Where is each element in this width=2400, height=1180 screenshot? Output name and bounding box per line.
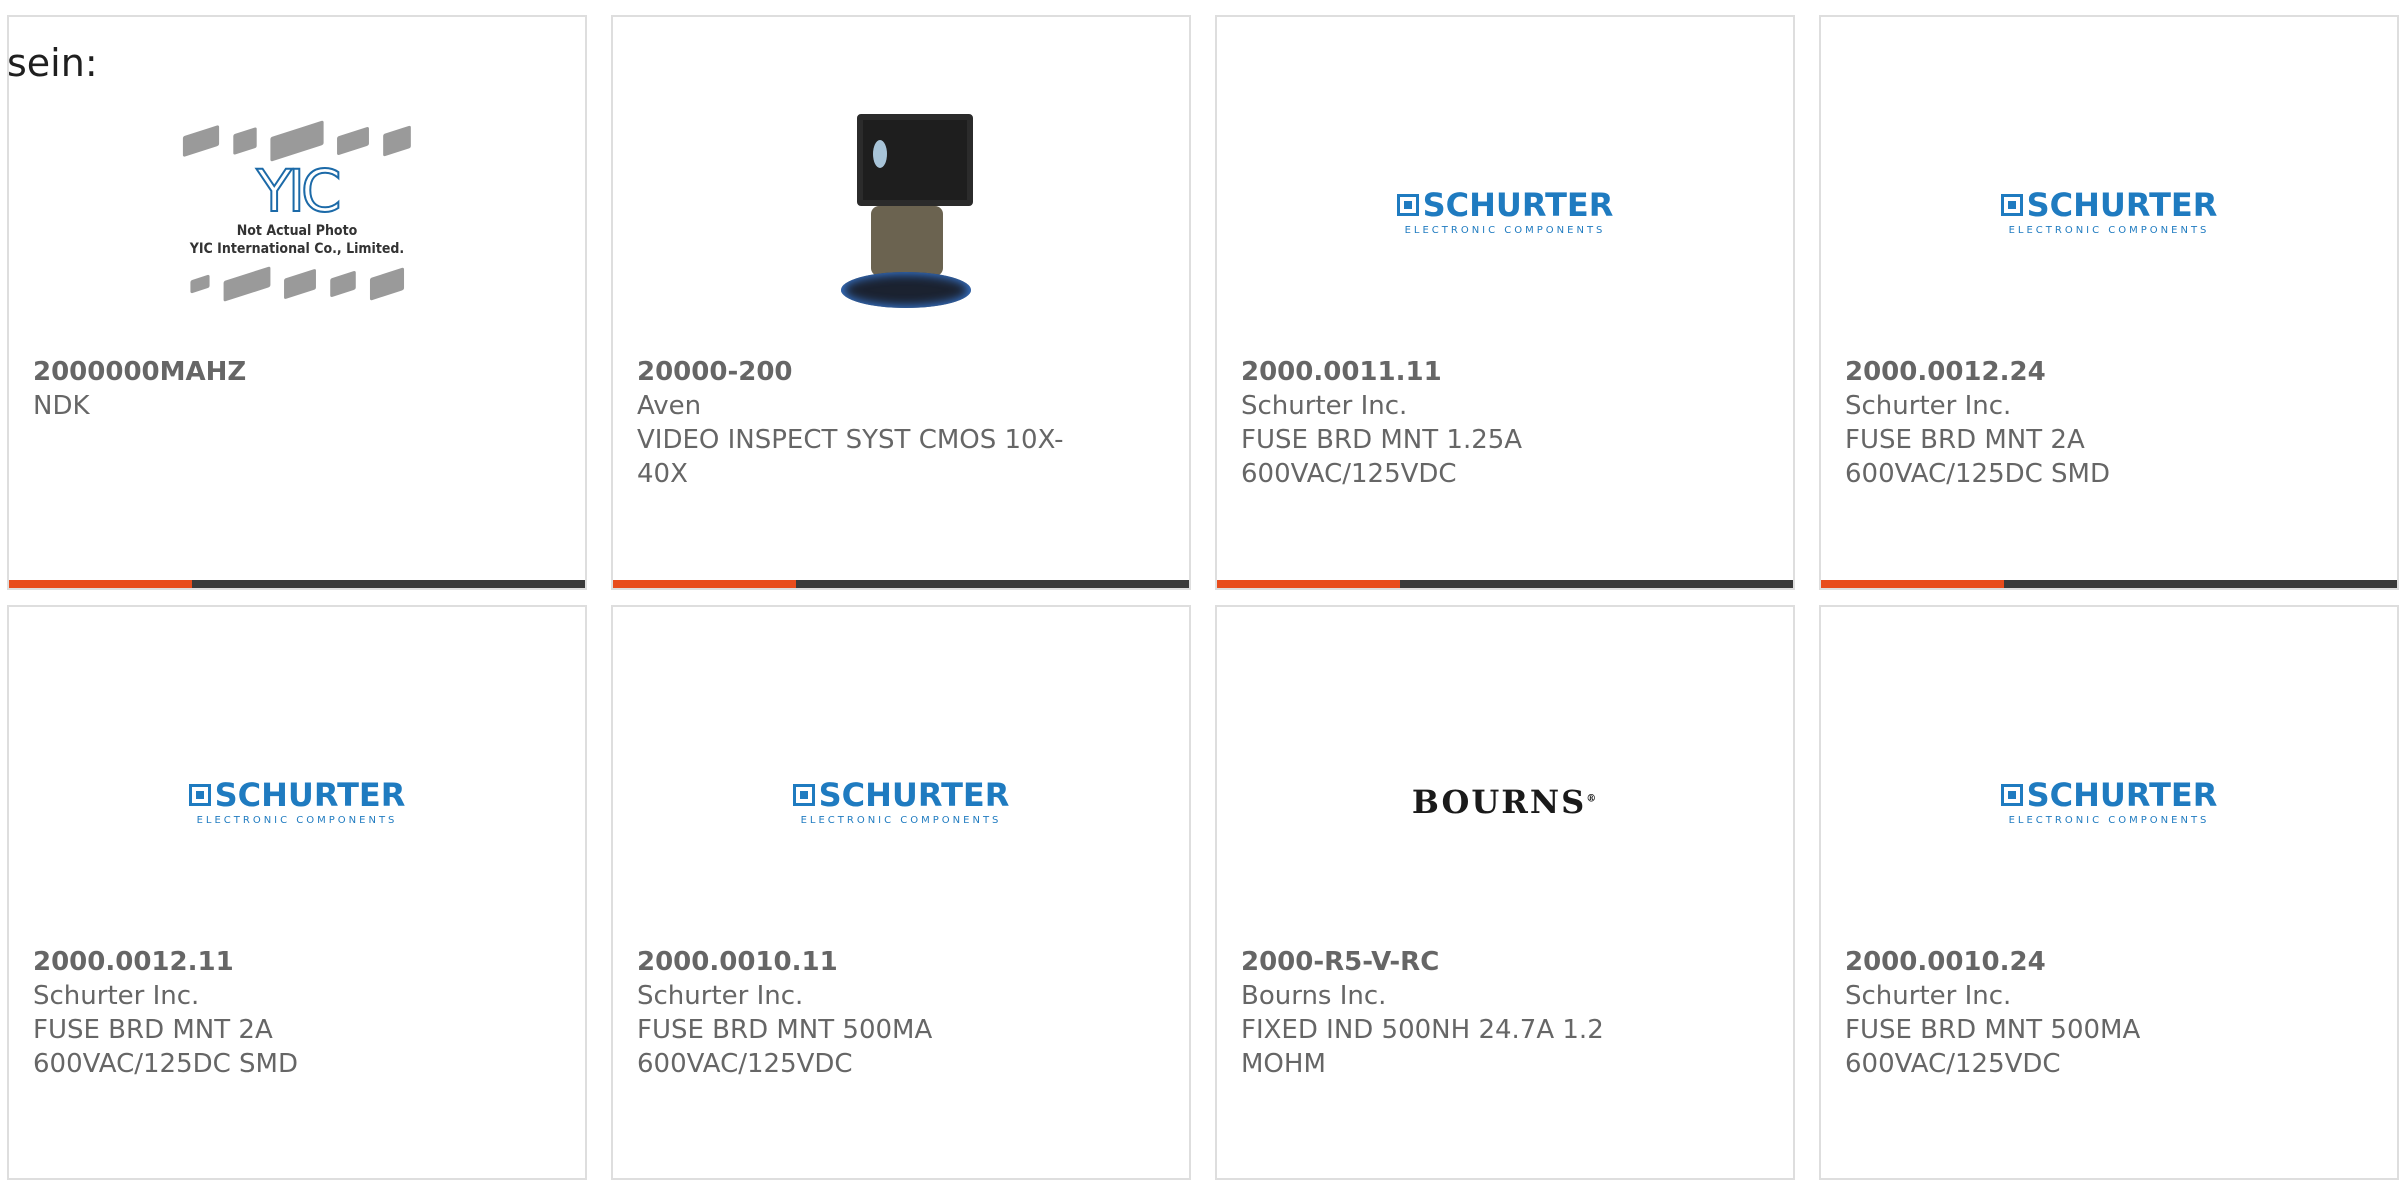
description: FUSE BRD MNT 500MA 600VAC/125VDC [637,1015,933,1079]
product-card[interactable]: SCHURTER ELECTRONIC COMPONENTS 2000.0012… [7,605,587,1180]
product-info: 2000.0012.24 Schurter Inc. FUSE BRD MNT … [1845,355,2287,491]
manufacturer: NDK [33,391,90,421]
product-image[interactable]: SCHURTER ELECTRONIC COMPONENTS [1217,77,1793,347]
schurter-logo: SCHURTER ELECTRONIC COMPONENTS [188,775,406,826]
product-info: 2000.0012.11 Schurter Inc. FUSE BRD MNT … [33,945,475,1081]
description: VIDEO INSPECT SYST CMOS 10X-40X [637,425,1064,489]
schurter-logo-name: SCHURTER [818,775,1010,814]
product-card[interactable]: SCHURTER ELECTRONIC COMPONENTS 2000.0010… [1819,605,2399,1180]
manufacturer: Schurter Inc. [1845,391,2012,421]
schurter-logo: SCHURTER ELECTRONIC COMPONENTS [2000,185,2218,236]
product-image[interactable]: SCHURTER ELECTRONIC COMPONENTS [613,667,1189,937]
card-bottom-bar [9,580,585,588]
product-card[interactable]: BOURNS® 2000-R5-V-RC Bourns Inc. FIXED I… [1215,605,1795,1180]
part-number[interactable]: 2000.0011.11 [1241,355,1683,389]
bourns-logo: BOURNS® [1411,783,1599,821]
bourns-logo-name: BOURNS [1411,783,1587,821]
product-info: 2000000MAHZ NDK [33,355,475,423]
manufacturer: Bourns Inc. [1241,981,1387,1011]
description: FUSE BRD MNT 2A 600VAC/125DC SMD [33,1015,299,1079]
schurter-logo-name: SCHURTER [1422,185,1614,224]
card-accent-bar [1821,580,2004,588]
card-bottom-bar [613,580,1189,588]
manufacturer: Schurter Inc. [637,981,804,1011]
manufacturer: Schurter Inc. [1241,391,1408,421]
schurter-logo-tagline: ELECTRONIC COMPONENTS [1404,224,1606,236]
product-card[interactable]: SCHURTER ELECTRONIC COMPONENTS 2000.0010… [611,605,1191,1180]
product-image[interactable]: SCHURTER ELECTRONIC COMPONENTS [1821,77,2397,347]
product-grid: YIC Not Actual Photo YIC International C… [7,15,2400,1180]
product-image[interactable]: SCHURTER ELECTRONIC COMPONENTS [1821,667,2397,937]
part-number[interactable]: 2000-R5-V-RC [1241,945,1683,979]
part-number[interactable]: 2000.0010.24 [1845,945,2287,979]
card-accent-bar [1217,580,1400,588]
description: FIXED IND 500NH 24.7A 1.2 MOHM [1241,1015,1604,1079]
yic-logo: YIC [255,157,342,225]
description: FUSE BRD MNT 2A 600VAC/125DC SMD [1845,425,2111,489]
product-card[interactable]: 20000-200 Aven VIDEO INSPECT SYST CMOS 1… [611,15,1191,590]
product-image[interactable]: SCHURTER ELECTRONIC COMPONENTS [9,667,585,937]
video-inspection-system-image [801,112,1001,312]
part-number[interactable]: 20000-200 [637,355,1079,389]
product-info: 2000.0010.11 Schurter Inc. FUSE BRD MNT … [637,945,1079,1081]
product-info: 2000-R5-V-RC Bourns Inc. FIXED IND 500NH… [1241,945,1683,1081]
schurter-logo-tagline: ELECTRONIC COMPONENTS [800,814,1002,826]
product-info: 2000.0011.11 Schurter Inc. FUSE BRD MNT … [1241,355,1683,491]
part-number[interactable]: 2000.0010.11 [637,945,1079,979]
product-card[interactable]: SCHURTER ELECTRONIC COMPONENTS 2000.0011… [1215,15,1795,590]
chip-icons-bottom [190,266,405,302]
product-image[interactable] [613,77,1189,347]
product-info: 2000.0010.24 Schurter Inc. FUSE BRD MNT … [1845,945,2287,1081]
card-accent-bar [613,580,796,588]
schurter-logo: SCHURTER ELECTRONIC COMPONENTS [2000,775,2218,826]
image-caption-line1: Not Actual Photo [236,223,358,239]
product-card[interactable]: SCHURTER ELECTRONIC COMPONENTS 2000.0012… [1819,15,2399,590]
part-number[interactable]: 2000000MAHZ [33,355,475,389]
intro-text: sein: [7,41,98,85]
not-actual-photo-placeholder: YIC Not Actual Photo YIC International C… [182,120,411,302]
manufacturer: Schurter Inc. [33,981,200,1011]
description: FUSE BRD MNT 500MA 600VAC/125VDC [1845,1015,2141,1079]
schurter-logo-tagline: ELECTRONIC COMPONENTS [2008,814,2210,826]
part-number[interactable]: 2000.0012.11 [33,945,475,979]
description: FUSE BRD MNT 1.25A 600VAC/125VDC [1241,425,1523,489]
schurter-logo-tagline: ELECTRONIC COMPONENTS [2008,224,2210,236]
manufacturer: Schurter Inc. [1845,981,2012,1011]
schurter-logo-name: SCHURTER [214,775,406,814]
schurter-logo-tagline: ELECTRONIC COMPONENTS [196,814,398,826]
product-image[interactable]: YIC Not Actual Photo YIC International C… [9,77,585,347]
image-caption-line2: YIC International Co., Limited. [189,241,405,257]
schurter-logo: SCHURTER ELECTRONIC COMPONENTS [792,775,1010,826]
card-accent-bar [9,580,192,588]
product-card[interactable]: YIC Not Actual Photo YIC International C… [7,15,587,590]
product-info: 20000-200 Aven VIDEO INSPECT SYST CMOS 1… [637,355,1079,491]
card-bottom-bar [1217,580,1793,588]
chip-icons [182,120,411,162]
schurter-logo-name: SCHURTER [2026,775,2218,814]
schurter-logo-name: SCHURTER [2026,185,2218,224]
part-number[interactable]: 2000.0012.24 [1845,355,2287,389]
manufacturer: Aven [637,391,702,421]
product-image[interactable]: BOURNS® [1217,667,1793,937]
card-bottom-bar [1821,580,2397,588]
schurter-logo: SCHURTER ELECTRONIC COMPONENTS [1396,185,1614,236]
